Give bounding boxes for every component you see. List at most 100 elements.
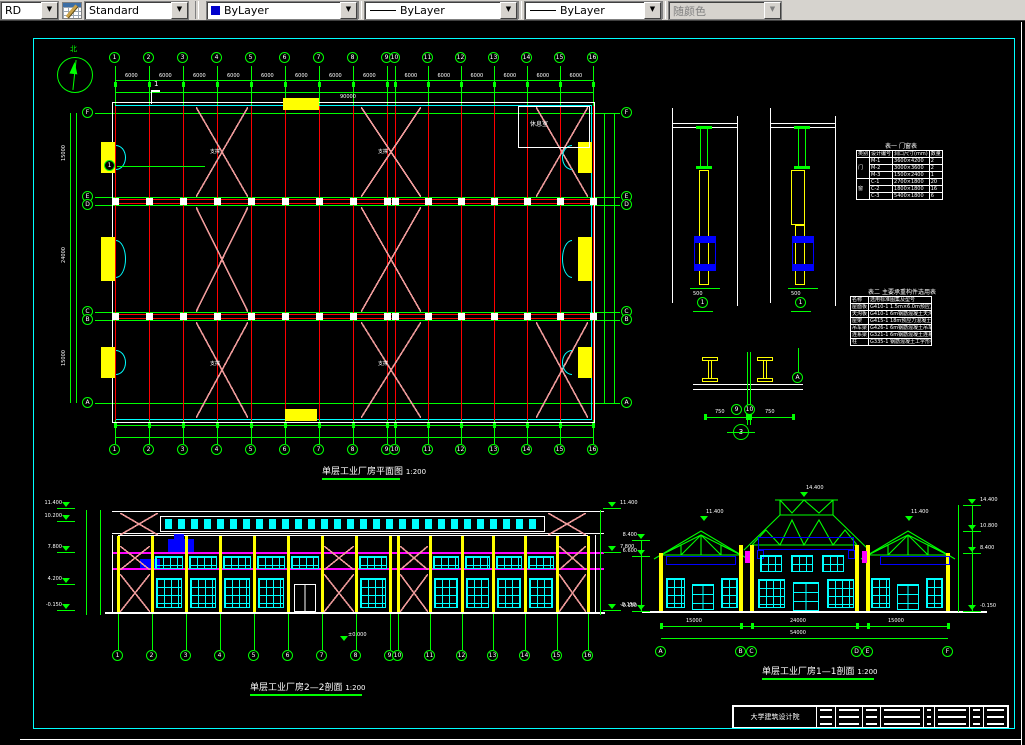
rail-ibeam-flange — [702, 378, 718, 382]
roof-elevation-label: 14.400 — [806, 485, 824, 491]
paper-edge — [20, 739, 1022, 740]
detail-marker-underline — [791, 311, 811, 312]
lineweight-combo[interactable]: ByLayer ▼ — [524, 1, 662, 20]
bay-dimension: 6000 — [503, 73, 517, 79]
s22-grid-stub — [390, 614, 391, 650]
s11-main-door — [793, 582, 819, 612]
s11-span-dim: 15000 — [686, 618, 702, 624]
detail-steel-post — [798, 128, 806, 168]
column-marker — [214, 313, 221, 320]
elevation-line — [603, 508, 621, 509]
s22-axis-bubble: 8 — [350, 650, 361, 661]
s22-lower-window — [434, 578, 458, 608]
north-label: 北 — [70, 45, 77, 53]
s22-grid-stub — [398, 614, 399, 650]
plan-column-line — [527, 106, 528, 420]
detail-roof-line — [770, 123, 836, 124]
bay-dimension: 6000 — [227, 73, 240, 79]
brace-label: 支撑 — [378, 361, 389, 367]
text-style-combo[interactable]: Standard ▼ — [84, 1, 189, 20]
elevation-line — [57, 610, 75, 611]
room-label: 休息室 — [530, 121, 549, 128]
dim-tick — [427, 82, 430, 87]
lineweight-arrow-icon[interactable]: ▼ — [644, 2, 661, 19]
linetype-arrow-icon[interactable]: ▼ — [500, 2, 517, 19]
table-cell: 16 — [928, 185, 943, 193]
s11-window — [721, 578, 738, 608]
toolbar-separator — [195, 1, 199, 19]
bay-dimension: 6000 — [363, 73, 376, 79]
plan-dim-line — [115, 425, 593, 426]
s11-total-dim: 54000 — [790, 630, 806, 636]
s22-axis-bubble: 3 — [180, 650, 191, 661]
s22-lower-window — [190, 578, 216, 608]
s11-axis-bubble: E — [862, 646, 873, 657]
s22-column — [556, 536, 559, 612]
dim-tick — [148, 82, 151, 87]
s22-column — [397, 536, 400, 612]
column-marker — [557, 198, 564, 205]
elevation-triangle-icon — [62, 546, 70, 551]
text-style-arrow-icon[interactable]: ▼ — [171, 2, 188, 19]
dim-tick — [660, 623, 663, 629]
detail-wall-line — [737, 116, 738, 306]
object-properties-toolbar: RD ▼ Standard ▼ ByLayer ▼ ByLayer ▼ ByLa… — [0, 0, 1025, 21]
column-marker — [282, 313, 289, 320]
s22-lower-window — [529, 578, 553, 608]
s22-lower-window — [466, 578, 489, 608]
column-marker — [491, 313, 498, 320]
s11-column — [739, 545, 743, 613]
elevation-triangle-icon — [968, 547, 976, 552]
color-combo[interactable]: ByLayer ▼ — [206, 1, 358, 20]
column-marker — [425, 313, 432, 320]
drawing-canvas[interactable]: 单层工业厂房平面图 1:200 单层工业厂房2—2剖面 1:200 单层工业厂房… — [0, 0, 1025, 745]
elevation-line — [963, 553, 981, 554]
detail-roof-line — [672, 123, 738, 124]
s11-column — [855, 545, 859, 613]
elevation-label: 4.200 — [47, 576, 62, 582]
table-cell: 2 — [928, 157, 943, 165]
color-swatch-icon — [211, 6, 220, 15]
table-cell: G410-1 1.5m×6.0m预应力混凝土屋面板 — [868, 303, 933, 311]
dim-tick — [792, 414, 795, 420]
plan-column-bubble: 7 — [313, 444, 324, 455]
text-style-manager-icon[interactable] — [62, 2, 82, 19]
s11-dim-line — [958, 505, 959, 612]
table-cell: 1800×1800 — [892, 185, 930, 193]
layer-combo-arrow-icon[interactable]: ▼ — [41, 2, 58, 19]
column-marker — [425, 198, 432, 205]
x-bracing — [120, 574, 150, 612]
color-arrow-icon[interactable]: ▼ — [340, 2, 357, 19]
elevation-triangle-icon — [608, 502, 616, 507]
dim-tick — [559, 82, 562, 87]
plan-row-bubble: F — [621, 107, 632, 118]
linetype-combo[interactable]: ByLayer ▼ — [364, 1, 518, 20]
s22-axis-bubble: 12 — [456, 650, 467, 661]
plan-column-bubble: 6 — [279, 52, 290, 63]
plan-door — [285, 409, 317, 421]
plan-column-line — [593, 106, 594, 420]
s22-upper-window — [155, 556, 183, 569]
table-cell: 天沟板 — [849, 310, 870, 318]
s11-axis-bubble: B — [735, 646, 746, 657]
plan-column-bubble: 3 — [177, 444, 188, 455]
plan-door — [101, 347, 115, 378]
bay-dimension: 6000 — [159, 73, 172, 79]
s22-roof-line — [112, 511, 604, 512]
plan-column-bubble: 14 — [521, 52, 532, 63]
elevation-line — [632, 540, 650, 541]
s22-axis-bubble: 5 — [248, 650, 259, 661]
s22-dim-line — [600, 510, 601, 615]
table-cell: 设计编号 — [869, 150, 894, 158]
x-bracing — [559, 574, 586, 612]
layer-combo[interactable]: RD ▼ — [0, 1, 59, 20]
plan-column-line — [494, 106, 495, 420]
s22-column — [389, 536, 392, 612]
table-cell: 2700×1800 — [892, 178, 930, 186]
s22-column — [429, 536, 432, 612]
s11-crane-girder — [758, 537, 854, 550]
dim-tick — [526, 82, 529, 87]
ground-elevation-label: ±0.000 — [348, 632, 367, 638]
column-marker — [590, 313, 597, 320]
s22-grid-stub — [152, 614, 153, 650]
